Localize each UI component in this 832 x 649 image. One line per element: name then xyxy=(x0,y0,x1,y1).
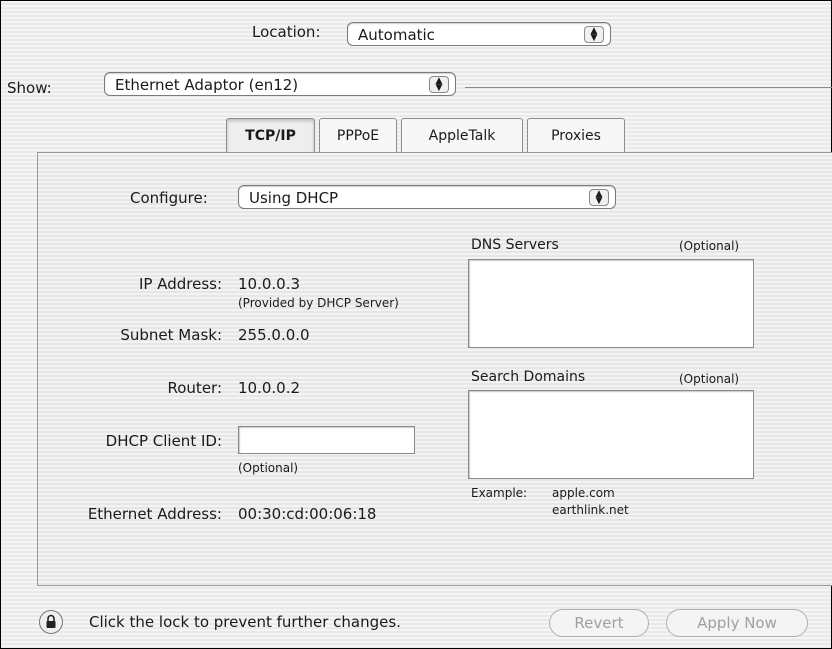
lock-message: Click the lock to prevent further change… xyxy=(89,613,401,631)
tab-appletalk[interactable]: AppleTalk xyxy=(401,118,523,153)
tab-tcp-ip[interactable]: TCP/IP xyxy=(226,118,315,153)
example-label: Example: xyxy=(471,486,528,500)
router-label: Router: xyxy=(167,379,223,397)
tcp-ip-panel: Configure: Using DHCP ▲ ▼ IP Address: 10.… xyxy=(37,152,832,586)
show-value: Ethernet Adaptor (en12) xyxy=(115,76,299,94)
network-preferences-window: Location: Automatic ▲ ▼ Show: Ethernet Ad… xyxy=(0,0,832,649)
search-domains-label: Search Domains xyxy=(471,369,586,385)
location-popup[interactable]: Automatic ▲ ▼ xyxy=(347,22,611,46)
show-popup[interactable]: Ethernet Adaptor (en12) ▲ ▼ xyxy=(104,72,456,96)
ethernet-address-label: Ethernet Address: xyxy=(87,505,222,523)
lock-icon xyxy=(46,614,56,628)
search-domains-optional: (Optional) xyxy=(679,372,740,386)
dhcp-client-id-field[interactable] xyxy=(238,426,415,454)
subnet-mask-label: Subnet Mask: xyxy=(120,326,222,344)
location-value: Automatic xyxy=(358,26,435,44)
location-label: Location: xyxy=(252,23,321,41)
ip-address-value: 10.0.0.3 xyxy=(238,275,301,293)
example-line-2: earthlink.net xyxy=(552,503,629,517)
show-label: Show: xyxy=(7,79,52,97)
popup-arrows-icon: ▲ ▼ xyxy=(589,189,609,206)
ip-address-note: (Provided by DHCP Server) xyxy=(238,296,399,310)
tab-pppoe[interactable]: PPPoE xyxy=(319,118,397,153)
dhcp-client-id-value xyxy=(239,432,243,448)
search-domains-field[interactable] xyxy=(468,390,754,479)
router-value: 10.0.0.2 xyxy=(238,379,301,397)
popup-arrows-icon: ▲ ▼ xyxy=(429,76,449,93)
configure-label: Configure: xyxy=(130,189,208,207)
popup-arrows-icon: ▲ ▼ xyxy=(584,26,604,43)
dns-servers-field[interactable] xyxy=(468,259,754,348)
lock-button[interactable] xyxy=(39,610,63,634)
ip-address-label: IP Address: xyxy=(138,275,222,293)
dns-servers-optional: (Optional) xyxy=(679,239,740,253)
tab-proxies[interactable]: Proxies xyxy=(527,118,625,153)
apply-now-button[interactable]: Apply Now xyxy=(666,609,808,637)
subnet-mask-value: 255.0.0.0 xyxy=(238,326,310,344)
revert-button[interactable]: Revert xyxy=(549,609,649,637)
dhcp-client-id-note: (Optional) xyxy=(238,461,299,475)
separator-line xyxy=(465,87,832,88)
configure-popup[interactable]: Using DHCP ▲ ▼ xyxy=(238,185,616,209)
dhcp-client-id-label: DHCP Client ID: xyxy=(105,432,222,450)
dns-servers-label: DNS Servers xyxy=(471,237,559,253)
ethernet-address-value: 00:30:cd:00:06:18 xyxy=(238,505,377,523)
example-line-1: apple.com xyxy=(552,486,615,500)
configure-value: Using DHCP xyxy=(249,189,339,207)
